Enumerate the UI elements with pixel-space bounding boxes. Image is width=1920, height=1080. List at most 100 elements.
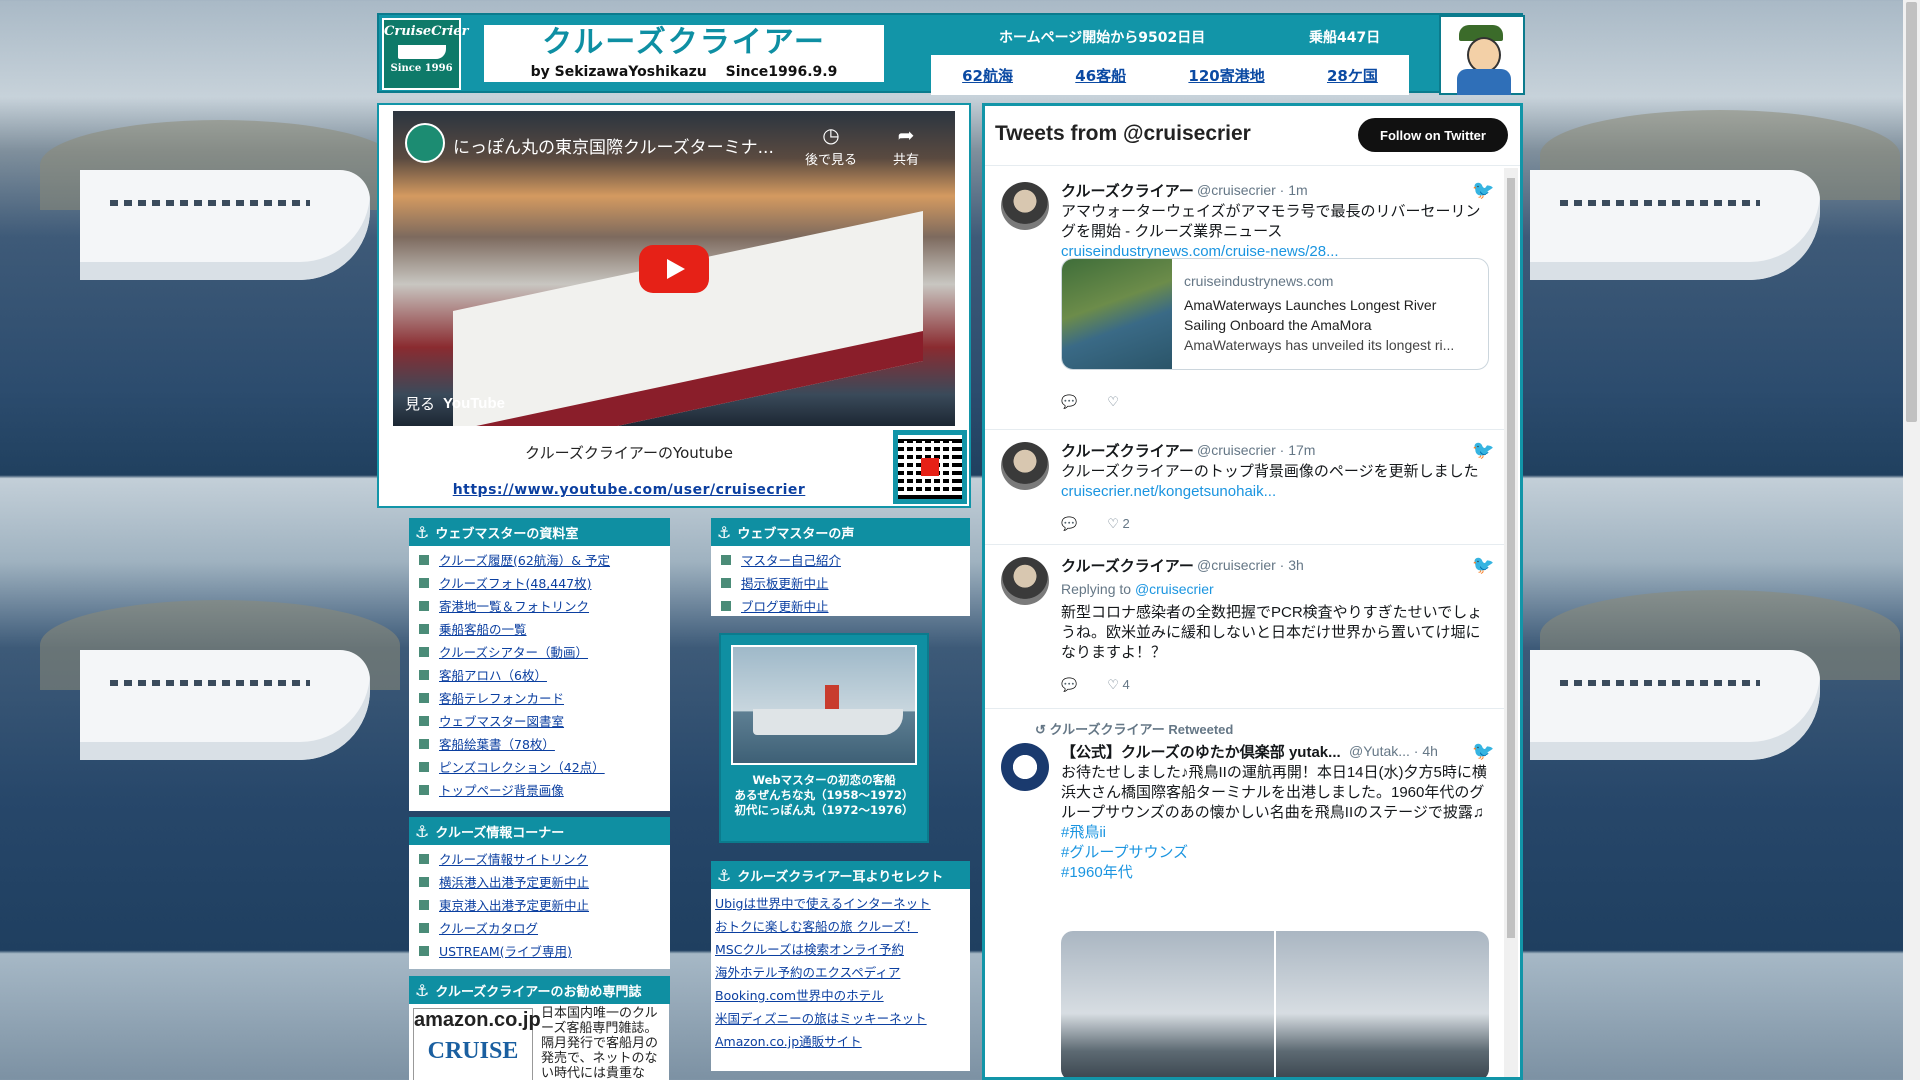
- select-menu-link[interactable]: おトクに楽しむ客船の旅 クルーズ！: [715, 916, 918, 935]
- twitter-bird-icon[interactable]: 🐦: [1472, 555, 1494, 575]
- like-count[interactable]: ♡ 4: [1107, 677, 1130, 693]
- twitter-scrollbar[interactable]: [1504, 168, 1518, 1077]
- first-love-ship-card[interactable]: Webマスターの初恋の客船 あるぜんちな丸（1958～1972） 初代にっぽん丸…: [719, 633, 929, 843]
- info-menu-link[interactable]: クルーズ情報サイトリンク: [439, 849, 588, 868]
- voice-menu-item[interactable]: ブログ更新中止: [721, 594, 970, 617]
- archive-menu-link[interactable]: 寄港地一覧＆フォトリンク: [439, 596, 589, 615]
- tweet-meta[interactable]: @cruisecrier · 17m: [1197, 442, 1315, 458]
- tweet-author[interactable]: 【公式】クルーズのゆたか倶楽部 yutak...: [1061, 741, 1341, 762]
- info-menu-link[interactable]: クルーズカタログ: [439, 918, 538, 937]
- play-button-icon[interactable]: [639, 245, 709, 293]
- avatar[interactable]: [1001, 182, 1049, 230]
- tweet-link[interactable]: cruisecrier.net/kongetsunohaik...: [1061, 483, 1276, 500]
- stat-ports-link[interactable]: 120寄港地: [1188, 65, 1264, 86]
- archive-menu-item[interactable]: クルーズシアター（動画）: [419, 640, 670, 663]
- tweet-photo[interactable]: [1061, 931, 1274, 1077]
- info-menu-link[interactable]: 東京港入出港予定更新中止: [439, 895, 589, 914]
- like-icon[interactable]: ♡: [1107, 394, 1119, 410]
- archive-menu-link[interactable]: トップページ背景画像: [439, 780, 564, 799]
- stat-voyages-link[interactable]: 62航海: [962, 65, 1013, 86]
- archive-menu-link[interactable]: 客船アロハ（6枚）: [439, 665, 547, 684]
- select-menu-link[interactable]: Booking.com世界中のホテル: [715, 985, 884, 1004]
- tweet-photo[interactable]: [1276, 931, 1489, 1077]
- tweet-media[interactable]: [1061, 931, 1489, 1077]
- voice-menu-item[interactable]: マスター自己紹介: [721, 548, 970, 571]
- like-count[interactable]: ♡ 2: [1107, 516, 1130, 532]
- archive-menu-item[interactable]: 客船テレフォンカード: [419, 686, 670, 709]
- tweet[interactable]: クルーズクライアー @cruisecrier · 3h 🐦 Replying t…: [985, 545, 1506, 709]
- info-menu-item[interactable]: クルーズ情報サイトリンク: [419, 847, 670, 870]
- voice-menu-link[interactable]: 掲示板更新中止: [741, 573, 829, 592]
- info-menu-item[interactable]: 東京港入出港予定更新中止: [419, 893, 670, 916]
- select-menu-item[interactable]: MSCクルーズは検索オンライ予約: [715, 937, 970, 960]
- channel-avatar-icon[interactable]: [405, 123, 445, 163]
- select-menu-link[interactable]: Amazon.co.jp通販サイト: [715, 1031, 862, 1050]
- avatar[interactable]: [1001, 442, 1049, 490]
- info-menu-link[interactable]: 横浜港入出港予定更新中止: [439, 872, 589, 891]
- twitter-title[interactable]: Tweets from @cruisecrier: [995, 122, 1251, 146]
- select-menu-item[interactable]: Amazon.co.jp通販サイト: [715, 1029, 970, 1052]
- tweet[interactable]: クルーズクライアー @cruisecrier · 17m 🐦 クルーズクライアー…: [985, 430, 1506, 545]
- tweet-meta[interactable]: @cruisecrier · 3h: [1197, 557, 1304, 573]
- avatar[interactable]: [1001, 743, 1049, 791]
- select-menu-item[interactable]: 海外ホテル予約のエクスペディア: [715, 960, 970, 983]
- archive-menu-link[interactable]: ウェブマスター図書室: [439, 711, 564, 730]
- select-menu-item[interactable]: Booking.com世界中のホテル: [715, 983, 970, 1006]
- webmaster-illustration[interactable]: [1439, 15, 1525, 95]
- twitter-bird-icon[interactable]: 🐦: [1472, 180, 1494, 200]
- archive-menu-link[interactable]: 客船テレフォンカード: [439, 688, 564, 707]
- archive-menu-item[interactable]: 客船アロハ（6枚）: [419, 663, 670, 686]
- archive-menu-item[interactable]: 寄港地一覧＆フォトリンク: [419, 594, 670, 617]
- voice-menu-item[interactable]: 掲示板更新中止: [721, 571, 970, 594]
- tweet-meta[interactable]: @Yutak... · 4h: [1349, 743, 1438, 759]
- tweet-author[interactable]: クルーズクライアー: [1061, 555, 1194, 576]
- link-card[interactable]: cruiseindustrynews.com AmaWaterways Laun…: [1061, 258, 1489, 370]
- archive-menu-item[interactable]: 客船絵葉書（78枚）: [419, 732, 670, 755]
- archive-menu-item[interactable]: クルーズフォト(48,447枚): [419, 571, 670, 594]
- info-menu-link[interactable]: USTREAM(ライブ専用): [439, 941, 572, 960]
- tweet-author[interactable]: クルーズクライアー: [1061, 180, 1194, 201]
- archive-menu-link[interactable]: 客船絵葉書（78枚）: [439, 734, 555, 753]
- archive-menu-link[interactable]: 乗船客船の一覧: [439, 619, 527, 638]
- archive-menu-item[interactable]: 乗船客船の一覧: [419, 617, 670, 640]
- site-logo[interactable]: CruiseCrier Since 1996: [382, 18, 468, 90]
- info-menu-item[interactable]: クルーズカタログ: [419, 916, 670, 939]
- share-button[interactable]: ➦ 共有: [893, 123, 919, 168]
- voice-menu-link[interactable]: ブログ更新中止: [741, 596, 829, 615]
- watch-on-youtube-link[interactable]: 見る YouTube: [405, 393, 505, 414]
- archive-menu-link[interactable]: クルーズシアター（動画）: [439, 642, 588, 661]
- follow-on-twitter-button[interactable]: Follow on Twitter: [1358, 118, 1508, 152]
- tweet-author[interactable]: クルーズクライアー: [1061, 440, 1194, 461]
- select-menu-link[interactable]: 海外ホテル予約のエクスペディア: [715, 962, 900, 981]
- reply-icon[interactable]: 💬: [1061, 677, 1077, 693]
- reply-icon[interactable]: 💬: [1061, 516, 1077, 532]
- youtube-video-player[interactable]: にっぽん丸の東京国際クルーズターミナ... ◷ 後で見る ➦ 共有 見る You…: [393, 111, 955, 426]
- hashtag[interactable]: #グループサウンズ: [1061, 844, 1188, 861]
- tweet[interactable]: ↺ クルーズクライアー Retweeted 【公式】クルーズのゆたか倶楽部 yu…: [985, 709, 1506, 1077]
- select-menu-link[interactable]: 米国ディズニーの旅はミッキーネット: [715, 1008, 927, 1027]
- avatar[interactable]: [1001, 557, 1049, 605]
- youtube-channel-link[interactable]: https://www.youtube.com/user/cruisecrier: [453, 482, 806, 498]
- stat-countries-link[interactable]: 28ケ国: [1327, 65, 1378, 86]
- select-menu-item[interactable]: 米国ディズニーの旅はミッキーネット: [715, 1006, 970, 1029]
- select-menu-item[interactable]: おトクに楽しむ客船の旅 クルーズ！: [715, 914, 970, 937]
- select-menu-link[interactable]: MSCクルーズは検索オンライ予約: [715, 939, 904, 958]
- info-menu-item[interactable]: 横浜港入出港予定更新中止: [419, 870, 670, 893]
- archive-menu-item[interactable]: ウェブマスター図書室: [419, 709, 670, 732]
- hashtag[interactable]: #飛鳥ii: [1061, 824, 1106, 841]
- page-scrollbar-thumb[interactable]: [1906, 2, 1917, 422]
- voice-menu-link[interactable]: マスター自己紹介: [741, 550, 841, 569]
- watch-later-button[interactable]: ◷ 後で見る: [805, 123, 857, 168]
- archive-menu-link[interactable]: ピンズコレクション（42点）: [439, 757, 605, 776]
- amazon-magazine-link[interactable]: amazon.co.jp CRUISE: [413, 1008, 541, 1080]
- reply-to-handle[interactable]: @cruisecrier: [1135, 581, 1214, 597]
- select-menu-link[interactable]: Ubigは世界中で使えるインターネット: [715, 893, 931, 912]
- tweet[interactable]: クルーズクライアー @cruisecrier · 1m 🐦 アマウォーターウェイ…: [985, 168, 1506, 430]
- archive-menu-item[interactable]: トップページ背景画像: [419, 778, 670, 801]
- twitter-bird-icon[interactable]: 🐦: [1472, 741, 1494, 761]
- hashtag[interactable]: #1960年代: [1061, 864, 1133, 881]
- page-scrollbar[interactable]: [1903, 0, 1920, 1080]
- twitter-bird-icon[interactable]: 🐦: [1472, 440, 1494, 460]
- twitter-scrollbar-thumb[interactable]: [1507, 178, 1515, 938]
- archive-menu-item[interactable]: クルーズ履歴(62航海）& 予定: [419, 548, 670, 571]
